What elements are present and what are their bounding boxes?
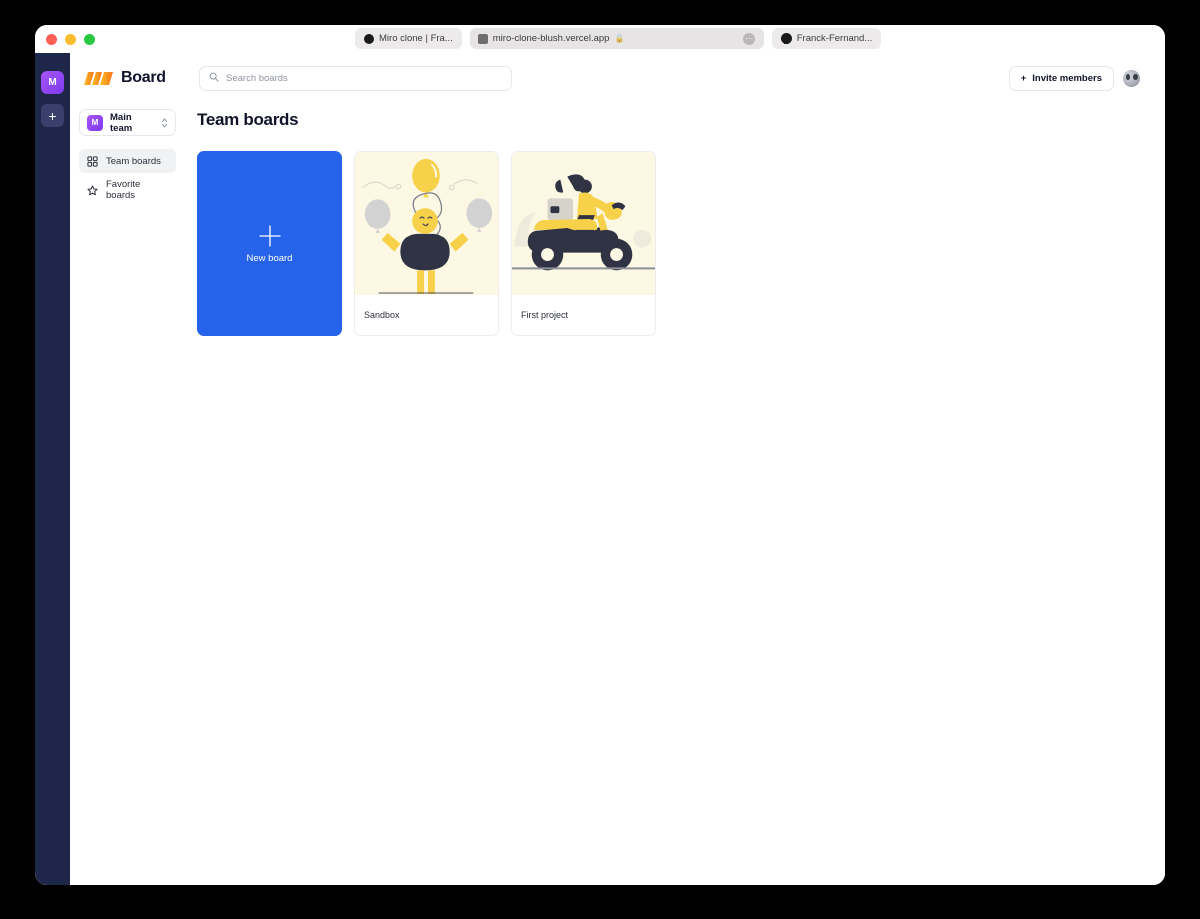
sidebar-item-team-boards[interactable]: Team boards [79,149,176,173]
page-favicon [477,33,488,44]
main-content: + Invite members Team boards [185,53,1165,885]
brand-name: Board [121,69,166,86]
window-controls[interactable] [46,34,95,45]
team-name: Main team [110,111,133,134]
board-card-sandbox[interactable]: Sandbox [354,151,499,336]
team-rail: M + [35,53,70,885]
github-icon [780,33,792,44]
sidebar-item-favorite-boards[interactable]: Favorite boards [79,178,176,202]
brand: Board [79,69,176,87]
grid-icon [87,155,98,167]
circle-favicon [364,33,374,44]
plus-icon: + [1020,72,1027,84]
browser-tab-strip[interactable]: Miro clone | Fra... miro-clone-blush.ver… [355,28,882,49]
page-title: Team boards [197,110,299,129]
search-icon [209,69,219,87]
sidebar-item-label: Favorite boards [106,179,141,201]
board-name: Sandbox [355,295,498,335]
scooter-rider-illustration [512,152,655,295]
topbar-actions: + Invite members [1008,65,1140,91]
board-name: First project [512,295,655,335]
browser-titlebar: Miro clone | Fra... miro-clone-blush.ver… [35,25,1165,53]
invite-members-button[interactable]: + Invite members [1008,65,1114,91]
browser-window: Miro clone | Fra... miro-clone-blush.ver… [35,25,1165,885]
board-logo-icon [84,71,113,85]
balloons-character-illustration [355,152,498,295]
lock-icon: 🔒 [614,34,625,43]
tab-title: Miro clone | Fra... [379,33,453,44]
topbar: + Invite members [185,53,1165,103]
maximize-window-button[interactable] [84,34,95,45]
address-text: miro-clone-blush.vercel.app [492,33,610,44]
board-thumbnail [355,152,498,295]
plus-icon [257,223,283,249]
rail-team-tile[interactable]: M [41,71,64,94]
board-card-first-project[interactable]: First project [511,151,656,336]
boards-section: Team boards New board Sandbox First proj… [185,103,1165,336]
team-avatar: M [87,114,103,131]
minimize-window-button[interactable] [65,34,76,45]
close-window-button[interactable] [46,34,57,45]
overflow-menu-icon[interactable]: ⋯ [742,32,755,45]
new-board-card[interactable]: New board [197,151,342,336]
new-board-label: New board [246,253,293,264]
star-icon [87,184,98,196]
address-bar[interactable]: miro-clone-blush.vercel.app 🔒 ⋯ [469,28,764,49]
board-grid: New board Sandbox First project [197,151,1140,336]
rail-add-team-button[interactable]: + [41,104,64,127]
user-avatar[interactable] [1123,69,1140,87]
app-root: M + Board M Main team Team boards Favori… [35,53,1165,885]
chevron-updown-icon [161,117,168,129]
team-selector[interactable]: M Main team [79,109,176,136]
browser-tab-github[interactable]: Franck-Fernand... [771,28,882,49]
sidebar: Board M Main team Team boards Favorite b… [70,53,185,885]
tab-title: Franck-Fernand... [796,33,873,44]
browser-tab-miro-clone[interactable]: Miro clone | Fra... [355,28,462,49]
sidebar-item-label: Team boards [106,155,161,167]
board-thumbnail [512,152,655,295]
search-input[interactable] [226,72,502,84]
search-boards-field[interactable] [199,65,512,91]
invite-members-label: Invite members [1032,72,1102,84]
